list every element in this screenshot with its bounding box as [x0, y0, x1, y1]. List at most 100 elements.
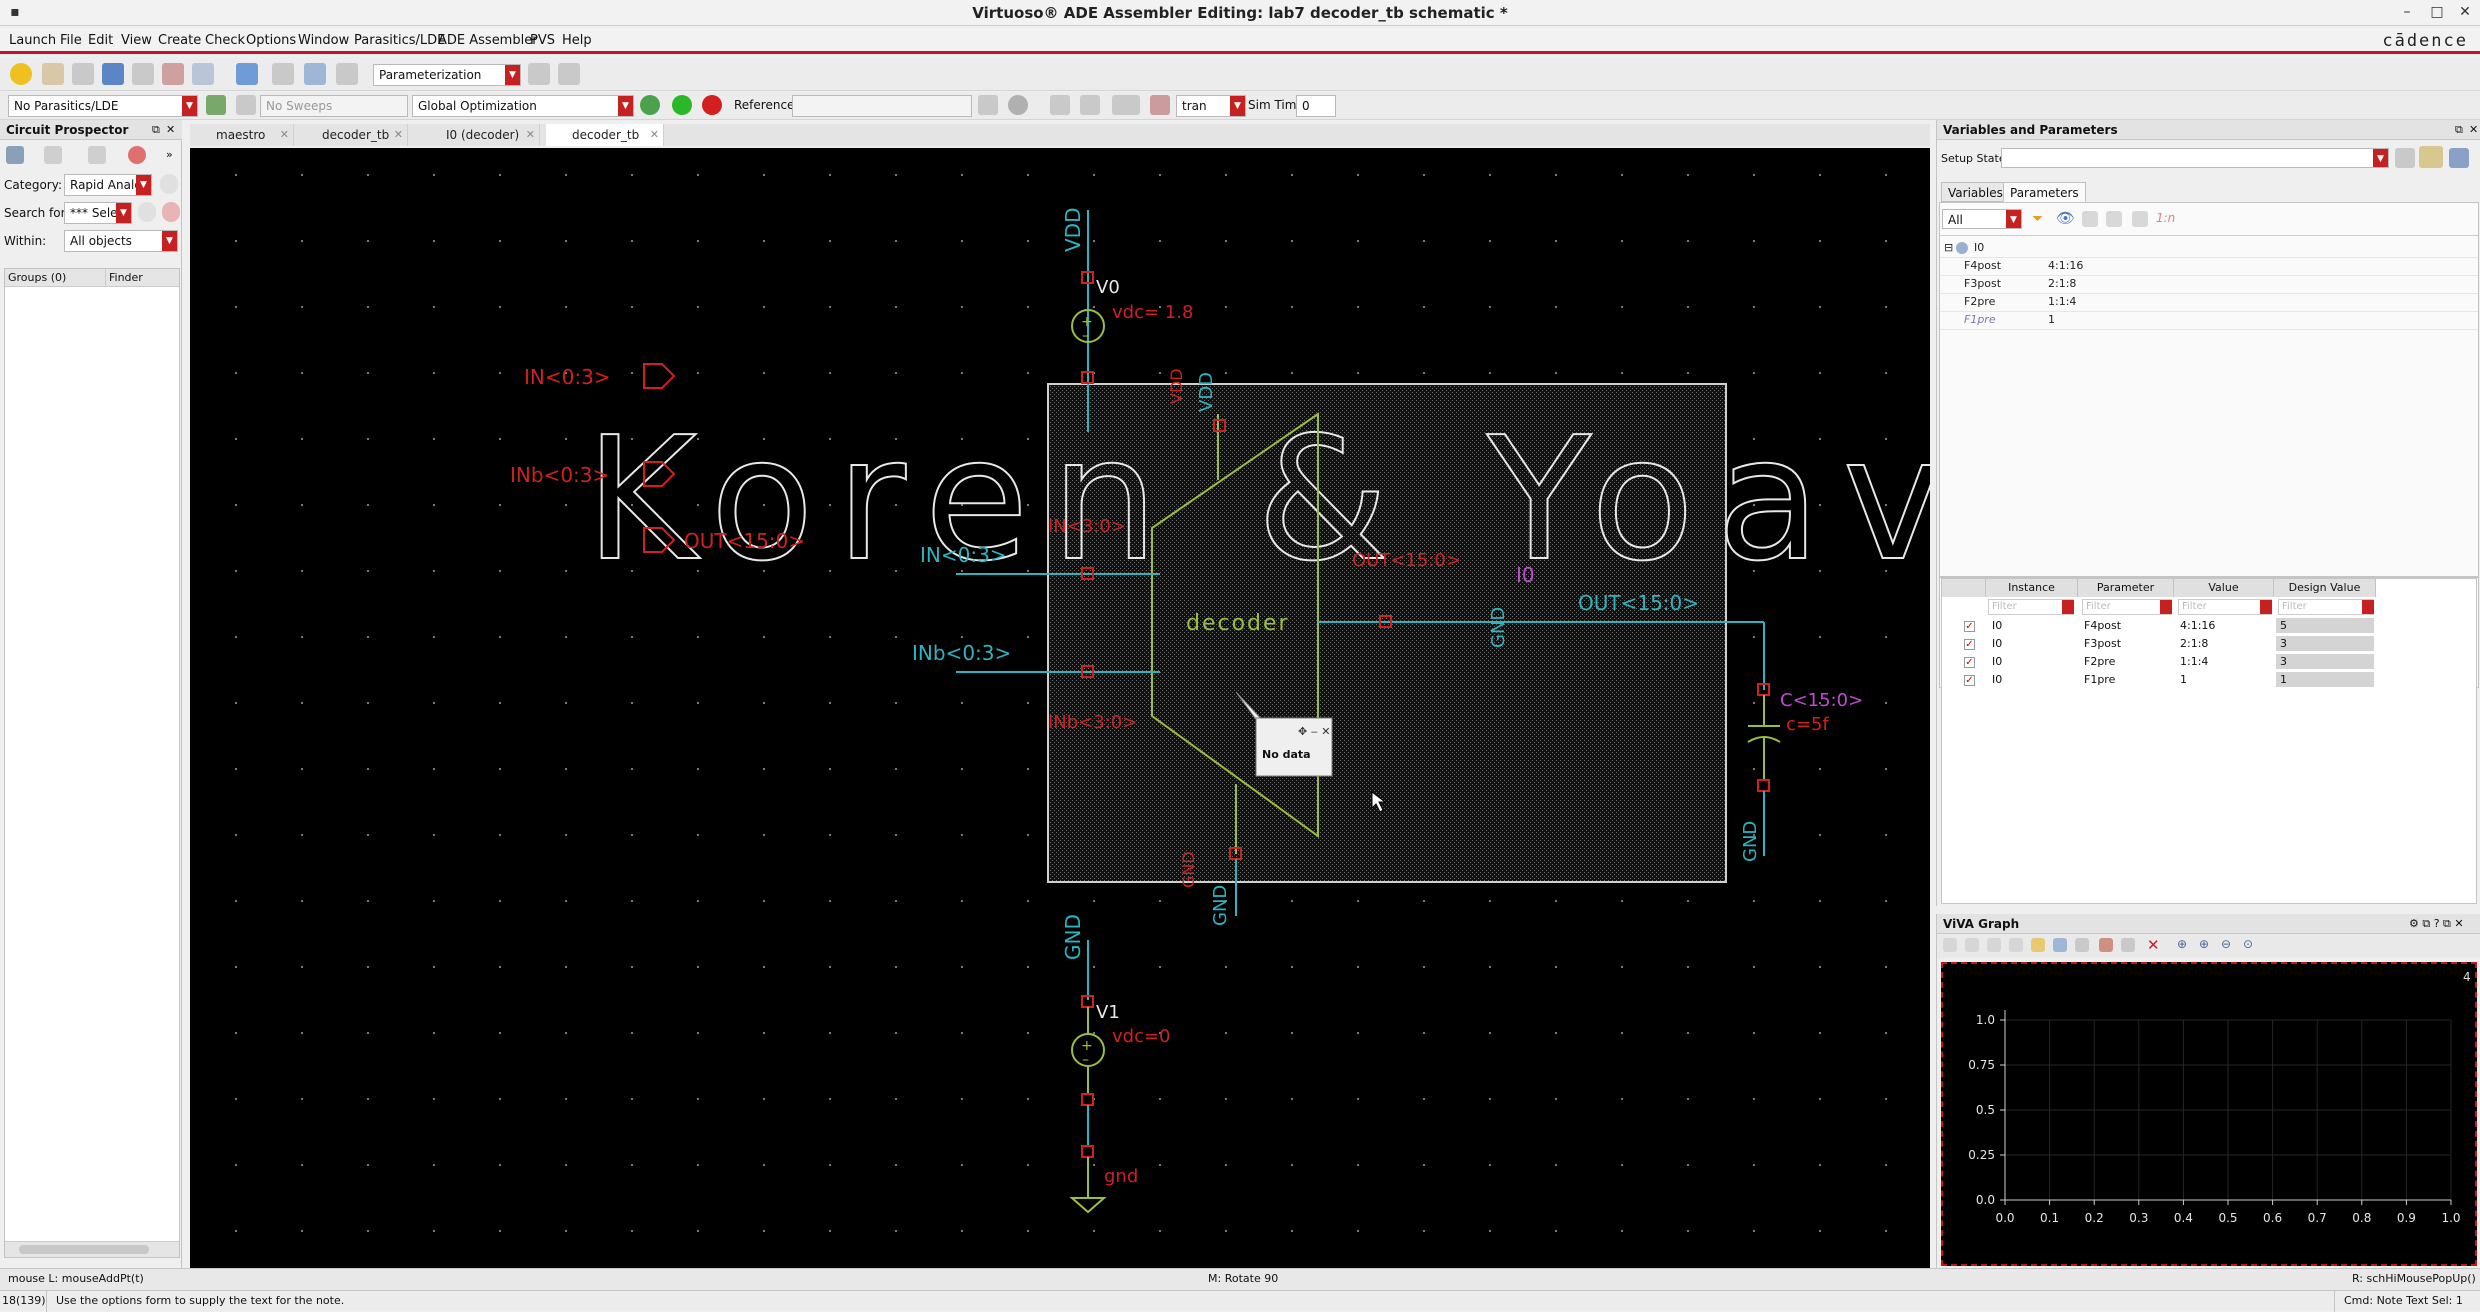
tab-maestro[interactable]: maestro ✕ [190, 124, 294, 146]
row-checkbox[interactable]: ✓ [1964, 621, 1975, 632]
filter-value[interactable]: Filter [2178, 599, 2272, 615]
setup-state-select[interactable]: ▼ [2001, 148, 2389, 168]
reference-field[interactable] [792, 95, 972, 117]
menu-parasitics[interactable]: Parasitics/LDE [354, 33, 445, 48]
run-icon[interactable] [10, 63, 32, 85]
menu-create[interactable]: Create [158, 33, 201, 48]
tab-parameters[interactable]: Parameters [2003, 182, 2086, 202]
viva-up-icon[interactable] [1987, 938, 2001, 952]
viva-tool-icon[interactable]: ⚙ ⧉ ? ⧉ ✕ [2409, 917, 2464, 931]
viva-print-icon[interactable] [2075, 938, 2089, 952]
float-icon[interactable]: ⧉ [152, 123, 160, 137]
optimization-select[interactable]: Global Optimization ▼ [412, 95, 634, 117]
viva-forward-icon[interactable] [1965, 938, 1979, 952]
block-name[interactable]: decoder [1186, 611, 1290, 636]
menu-check[interactable]: Check [205, 33, 245, 48]
viva-zoom-out-icon[interactable]: ⊖ [2221, 937, 2231, 951]
menu-pvs[interactable]: PVS [530, 33, 555, 48]
setup-sdb-icon[interactable] [2419, 146, 2443, 168]
vars-close-icon[interactable]: ✕ [2469, 123, 2478, 136]
finder-col[interactable]: Finder [109, 271, 143, 284]
analysis-select[interactable]: tran ▼ [1176, 95, 1246, 117]
eye-icon[interactable]: 👁 [2056, 209, 2075, 227]
more-icon[interactable]: » [166, 148, 173, 161]
tree-collapse-icon[interactable]: ⊟ [1944, 241, 1953, 254]
v0-name[interactable]: V0 [1096, 277, 1120, 298]
probe-icon[interactable] [42, 63, 64, 85]
table-row[interactable]: ✓ I0 F3post 2:1:8 3 [1942, 635, 2476, 653]
save-icon[interactable] [72, 63, 94, 85]
tab-variables[interactable]: Variables [1941, 182, 2010, 202]
row-checkbox[interactable]: ✓ [1964, 657, 1975, 668]
viva-grid-icon[interactable] [2121, 938, 2135, 952]
page-icon[interactable] [272, 63, 294, 85]
panel-close-icon[interactable]: ✕ [166, 123, 175, 136]
table-row[interactable]: ✓ I0 F2pre 1:1:4 3 [1942, 653, 2476, 671]
viva-zoom-in-icon[interactable]: ⊕ [2199, 937, 2209, 951]
viva-camera-icon[interactable] [2099, 938, 2113, 952]
menu-launch[interactable]: Launch [9, 33, 56, 48]
param-icon[interactable] [528, 63, 550, 85]
schematic-canvas[interactable]: Koren & Yoav VDD V0 + – vdc= 1.8 IN<0:3>… [190, 148, 1930, 1270]
tab-decoder-tb-active[interactable]: decoder_tb ✕ [546, 124, 664, 146]
param-tool1-icon[interactable] [2082, 211, 2098, 227]
param-run-icon[interactable] [558, 63, 580, 85]
viva-save-icon[interactable] [2053, 938, 2067, 952]
viva-zoom-fit-icon[interactable]: ⊕ [2177, 937, 2187, 951]
groups-col[interactable]: Groups (0) [8, 271, 66, 284]
run-simulation-icon[interactable] [672, 95, 692, 115]
table-header-instance[interactable]: Instance [1986, 579, 2078, 597]
pin-out-label[interactable]: OUT<15:0> [684, 529, 805, 553]
prospector-tool-icon[interactable] [6, 146, 24, 164]
v1-value[interactable]: vdc=0 [1112, 1026, 1171, 1047]
v1-name[interactable]: V1 [1096, 1002, 1120, 1023]
menu-help[interactable]: Help [562, 33, 592, 48]
mode-select[interactable]: Parameterization ▼ [373, 64, 521, 86]
row-checkbox[interactable]: ✓ [1964, 675, 1975, 686]
net-inb-label[interactable]: INb<0:3> [912, 641, 1011, 665]
tree-item-value[interactable]: 1:1:4 [2048, 295, 2076, 308]
prospector-add-icon[interactable] [44, 146, 62, 164]
table-header-design-value[interactable]: Design Value [2274, 579, 2376, 597]
groups-scrollbar[interactable] [5, 1241, 179, 1257]
close-icon[interactable]: ✕ [2456, 3, 2474, 21]
search-more-button[interactable] [138, 202, 156, 222]
filter-parameter[interactable]: Filter [2082, 599, 2172, 615]
list-icon[interactable] [304, 63, 326, 85]
net-in-label[interactable]: IN<0:3> [920, 543, 1007, 567]
simtime-field[interactable]: 0 [1296, 95, 1336, 117]
search-for-select[interactable]: *** Selec ▼ [64, 202, 132, 224]
vars-float-icon[interactable]: ⧉ [2455, 123, 2463, 137]
menu-view[interactable]: View [121, 33, 152, 48]
tree-root[interactable]: I0 [1974, 241, 1984, 254]
tree-item-name[interactable]: F4post [1964, 259, 2001, 272]
pin-inb-label[interactable]: INb<0:3> [510, 463, 609, 487]
one-to-n-icon[interactable]: 1:n [2156, 211, 2175, 225]
viva-open-icon[interactable] [2031, 938, 2045, 952]
viva-back-icon[interactable] [1943, 938, 1957, 952]
filter-design-value[interactable]: Filter [2278, 599, 2374, 615]
tab-i0-decoder[interactable]: I0 (decoder) ✕ [420, 124, 540, 146]
copy-icon[interactable] [132, 63, 154, 85]
pin-in-label[interactable]: IN<0:3> [524, 365, 611, 389]
reference-icon[interactable] [978, 95, 998, 115]
table-icon[interactable] [336, 63, 358, 85]
tree-item-value[interactable]: 4:1:16 [2048, 259, 2083, 272]
plot-icon[interactable] [1150, 95, 1170, 115]
groups-scroll-thumb[interactable] [19, 1245, 149, 1254]
settings-icon[interactable] [1008, 95, 1028, 115]
tree-item-name[interactable]: F2pre [1964, 295, 1995, 308]
table-row[interactable]: ✓ I0 F4post 4:1:16 5 [1942, 617, 2476, 635]
menu-window[interactable]: Window [298, 33, 349, 48]
v0-value[interactable]: vdc= 1.8 [1112, 302, 1193, 323]
param-tool2-icon[interactable] [2106, 211, 2122, 227]
tree-item-name[interactable]: F1pre [1964, 313, 1996, 326]
menu-file[interactable]: File [60, 33, 82, 48]
menu-options[interactable]: Options [246, 33, 296, 48]
prospector-edit-icon[interactable] [88, 146, 106, 164]
block-instance[interactable]: I0 [1516, 563, 1535, 587]
optimization-setup-icon[interactable] [640, 95, 660, 115]
within-select[interactable]: All objects ▼ [64, 230, 178, 252]
tree-item-name[interactable]: F3post [1964, 277, 2001, 290]
cap-value[interactable]: c=5f [1786, 714, 1829, 735]
